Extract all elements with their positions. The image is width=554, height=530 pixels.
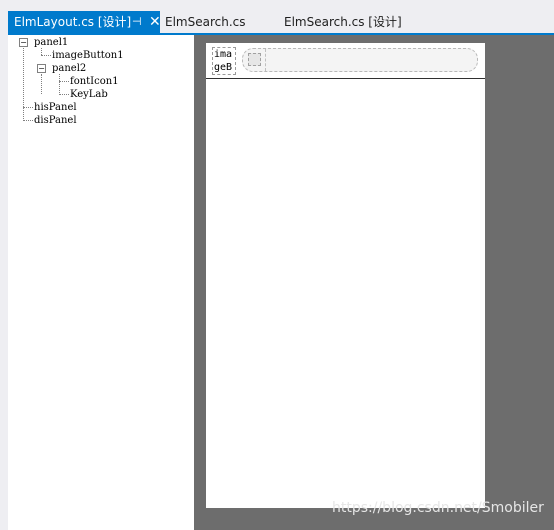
panel2-search-design[interactable] (242, 48, 478, 72)
tab-elmlayout-design[interactable]: ElmLayout.cs [设计] ⊣ ✕ (8, 11, 161, 33)
image-button-text: ima (214, 49, 233, 60)
search-icon[interactable] (248, 53, 261, 66)
tree-item-imagebutton1[interactable]: imageButton1 (52, 49, 124, 62)
form-canvas[interactable]: ima geB (206, 43, 485, 508)
tab-label: ElmSearch.cs (165, 15, 246, 29)
tree-item-hispanel[interactable]: hisPanel (34, 101, 77, 114)
tree-item-panel1[interactable]: panel1 (34, 36, 68, 49)
image-button-text: geB (214, 62, 233, 73)
tree-connector (23, 120, 33, 121)
watermark: https://blog.csdn.net/Smobiler (332, 500, 544, 516)
tab-label: ElmSearch.cs [设计] (284, 15, 402, 29)
panel1-design[interactable]: ima geB (206, 43, 485, 79)
tab-elmsearch-design[interactable]: ElmSearch.cs [设计] (284, 11, 402, 33)
tree-item-keylab[interactable]: KeyLab (70, 88, 108, 101)
pin-icon[interactable]: ⊣ (132, 11, 142, 33)
document-tab-strip: ElmLayout.cs [设计] ⊣ ✕ ElmSearch.cs ElmSe… (0, 0, 554, 33)
tab-elmsearch-code[interactable]: ElmSearch.cs (165, 11, 246, 33)
tree-connector (23, 48, 24, 121)
designer-surface: ima geB (194, 35, 554, 530)
close-icon[interactable]: ✕ (149, 11, 161, 33)
tree-connector (59, 81, 69, 82)
minus-box-icon[interactable]: − (19, 38, 28, 47)
tree-connector (41, 48, 42, 55)
search-divider (265, 49, 267, 71)
tree-item-panel2[interactable]: panel2 (52, 62, 86, 75)
document-outline-tree: − panel1 imageButton1 − panel2 fontIcon1… (8, 35, 194, 530)
tree-item-dispanel[interactable]: disPanel (34, 114, 77, 127)
tab-label: ElmLayout.cs [设计] (14, 15, 132, 29)
tree-connector (41, 74, 42, 94)
tree-connector (23, 107, 33, 108)
imagebutton1-design[interactable]: ima geB (212, 47, 236, 75)
tree-connector (59, 74, 60, 95)
tree-connector (41, 55, 51, 56)
tree-connector (59, 94, 69, 95)
minus-box-icon[interactable]: − (37, 64, 46, 73)
tree-item-fonticon1[interactable]: fontIcon1 (70, 75, 119, 88)
